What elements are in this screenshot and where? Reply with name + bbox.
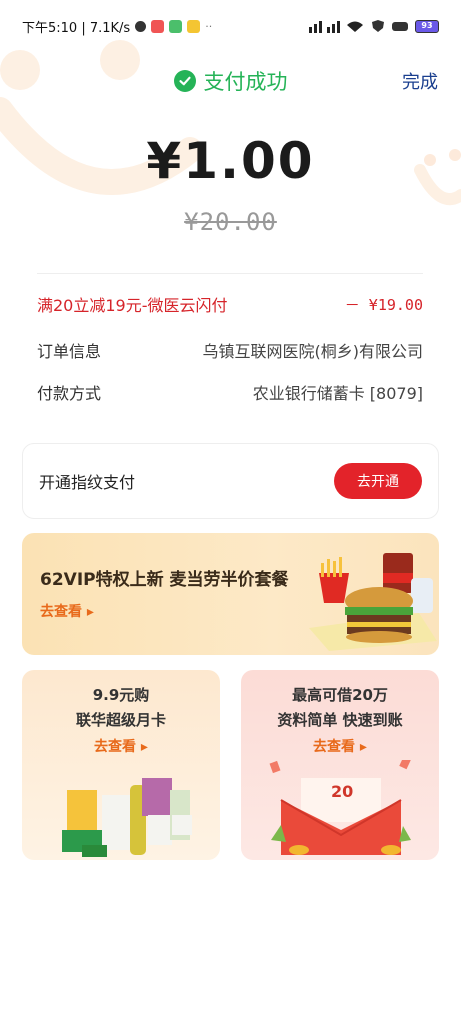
app-notification-icon	[169, 19, 183, 33]
app-notification-icon	[151, 19, 165, 33]
battery-icon: 93	[415, 19, 439, 33]
payment-method-value: 农业银行储蓄卡 [8079]	[252, 384, 423, 403]
payment-success-text: 支付成功	[203, 70, 288, 94]
red-envelope-illustration	[269, 760, 411, 855]
promo-line1: 最高可借20万	[292, 686, 388, 704]
divider	[37, 273, 423, 274]
promo-line1: 9.9元购	[92, 686, 150, 704]
burger-meal-illustration	[309, 553, 437, 651]
discount-row: 满20立减19元-微医云闪付 － ¥19.00	[37, 292, 423, 316]
banner-view-link[interactable]: 去查看 ▸	[40, 601, 94, 621]
loan-promo[interactable]: 最高可借20万 资料简单 快速到账 去查看 ▸ 20	[241, 670, 439, 860]
mcdonalds-promo-banner[interactable]: 62VIP特权上新 麦当劳半价套餐 去查看 ▸	[22, 533, 439, 655]
payment-method-label: 付款方式	[37, 384, 102, 403]
promo-view-link[interactable]: 去查看 ▸	[22, 736, 220, 756]
shield-icon	[372, 20, 384, 32]
more-notifications-icon: ··	[205, 19, 213, 33]
lianhua-card-promo[interactable]: 9.9元购 联华超级月卡 去查看 ▸	[22, 670, 220, 860]
paid-amount: ¥1.00	[146, 132, 315, 190]
status-bar: 下午5:10 | 7.1K/s ·· 93	[0, 0, 461, 52]
done-button[interactable]: 完成	[402, 68, 438, 94]
original-amount: ¥20.00	[184, 208, 277, 236]
app-notification-icon	[135, 20, 147, 32]
signal-wifi-icon	[309, 21, 363, 33]
result-header: 支付成功 完成	[0, 62, 461, 102]
order-info-value: 乌镇互联网医院(桐乡)有限公司	[202, 342, 424, 361]
payment-success-status: 支付成功	[0, 66, 461, 96]
enable-fingerprint-button[interactable]: 去开通	[334, 463, 422, 499]
vr-glasses-icon	[392, 22, 408, 31]
envelope-amount: 20	[331, 782, 354, 801]
grocery-products-illustration	[62, 778, 192, 857]
banner-title: 62VIP特权上新 麦当劳半价套餐	[40, 570, 289, 590]
app-notification-icon	[187, 19, 201, 33]
payment-method-row: 付款方式 农业银行储蓄卡 [8079]	[37, 380, 423, 404]
promo-line2: 资料简单 快速到账	[277, 711, 403, 729]
discount-label: 满20立减19元-微医云闪付	[37, 296, 228, 315]
promo-line2: 联华超级月卡	[75, 711, 166, 729]
status-time-speed: 下午5:10 | 7.1K/s	[22, 20, 131, 36]
check-circle-icon	[173, 70, 196, 92]
order-info-row: 订单信息 乌镇互联网医院(桐乡)有限公司	[37, 338, 423, 362]
promo-view-link[interactable]: 去查看 ▸	[241, 736, 439, 756]
order-info-label: 订单信息	[37, 342, 102, 361]
fingerprint-pay-label: 开通指纹支付	[39, 473, 136, 492]
fingerprint-pay-card: 开通指纹支付 去开通	[22, 443, 439, 519]
discount-value: － ¥19.00	[344, 295, 423, 314]
